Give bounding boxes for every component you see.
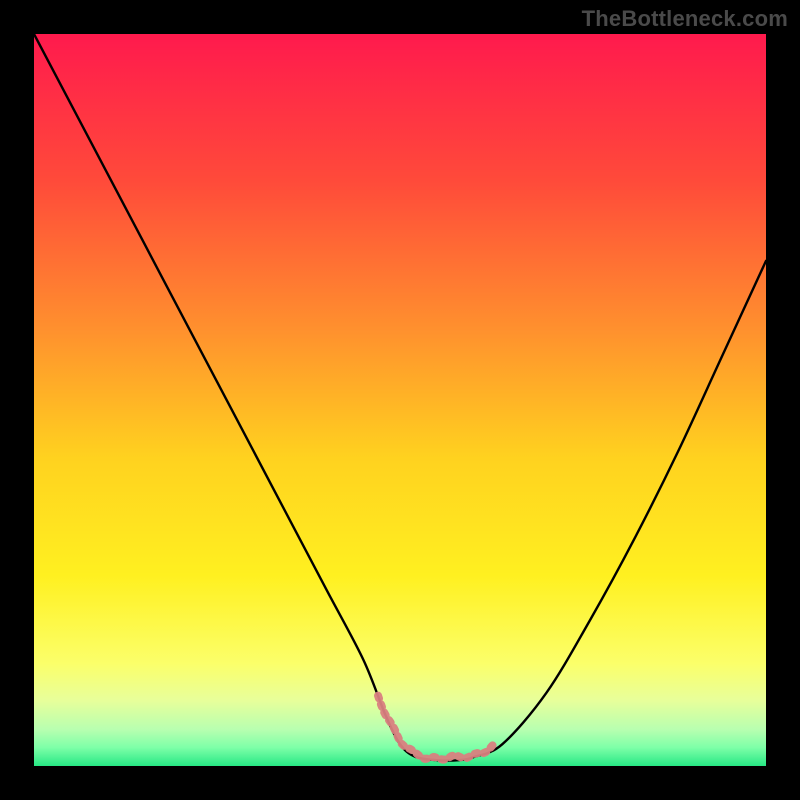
watermark-text: TheBottleneck.com [582, 6, 788, 32]
plot-area [34, 34, 766, 766]
gradient-background [34, 34, 766, 766]
chart-svg [34, 34, 766, 766]
chart-frame: TheBottleneck.com [0, 0, 800, 800]
